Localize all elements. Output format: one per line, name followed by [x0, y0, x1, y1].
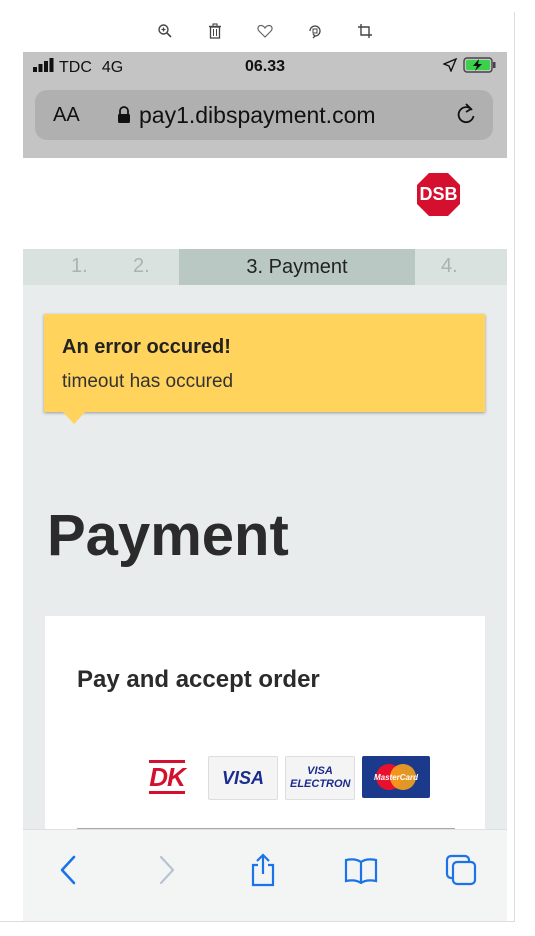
trash-icon[interactable] [200, 16, 230, 46]
back-chevron-icon [60, 855, 76, 885]
viewer-toolbar [150, 14, 380, 48]
dsb-logo-text: DSB [419, 184, 458, 204]
error-title: An error occured! [62, 336, 231, 358]
status-right [442, 57, 497, 78]
error-message-box: An error occured! timeout has occured [44, 314, 485, 412]
heart-icon[interactable] [250, 16, 280, 46]
step-1[interactable]: 1. [71, 255, 88, 278]
visa-electron-logo-text: VISA ELECTRON [290, 765, 351, 790]
error-text: timeout has occured [62, 371, 234, 392]
mastercard-logo-text: MasterCard [373, 772, 418, 782]
visa-logo-text: VISA [221, 767, 264, 788]
step-2[interactable]: 2. [133, 255, 150, 278]
browser-address-area: AA pay1.dibspayment.com [23, 84, 507, 158]
card-title: Pay and accept order [77, 666, 320, 693]
address-bar[interactable]: AA pay1.dibspayment.com [35, 90, 493, 140]
reload-icon[interactable] [455, 102, 477, 131]
page-edge [514, 12, 515, 922]
tabs-icon [445, 854, 477, 886]
back-button[interactable] [48, 850, 88, 890]
battery-charging-icon [463, 57, 497, 78]
bookmarks-button[interactable] [341, 850, 381, 890]
book-icon [344, 858, 378, 884]
visa-electron-logo: VISA ELECTRON [285, 756, 355, 800]
status-bar: TDC 4G 06.33 [23, 52, 507, 84]
phone-screenshot: TDC 4G 06.33 AA pay1.dibspayment.com DSB… [23, 52, 507, 921]
error-pointer [61, 410, 87, 424]
page-bottom-edge [0, 921, 515, 922]
url-text[interactable]: pay1.dibspayment.com [139, 102, 376, 129]
crop-icon[interactable] [350, 16, 380, 46]
checkout-steps: 1. 2. 3. Payment 4. [23, 249, 507, 285]
status-time: 06.33 [244, 58, 286, 75]
payment-logos: DK VISA VISA ELECTRON MasterCard [133, 756, 430, 800]
page-title: Payment [47, 503, 289, 568]
dankort-logo: DK [133, 756, 201, 798]
share-button[interactable] [243, 850, 283, 890]
browser-bottom-toolbar [23, 829, 507, 921]
step-4: 4. [441, 255, 458, 277]
forward-button[interactable] [147, 850, 187, 890]
dsb-logo[interactable]: DSB [416, 172, 461, 217]
lock-icon [117, 106, 131, 129]
forward-chevron-icon [159, 855, 175, 885]
step-3-active: 3. Payment [179, 249, 415, 285]
text-size-button[interactable]: AA [53, 104, 80, 127]
share-icon [251, 853, 275, 887]
visa-logo: VISA [208, 756, 278, 800]
zoom-in-icon[interactable] [150, 16, 180, 46]
dankort-logo-text: DK [149, 760, 186, 794]
tabs-button[interactable] [441, 850, 481, 890]
rotate-icon[interactable] [300, 16, 330, 46]
mastercard-logo: MasterCard [362, 756, 430, 798]
location-arrow-icon [442, 57, 458, 77]
